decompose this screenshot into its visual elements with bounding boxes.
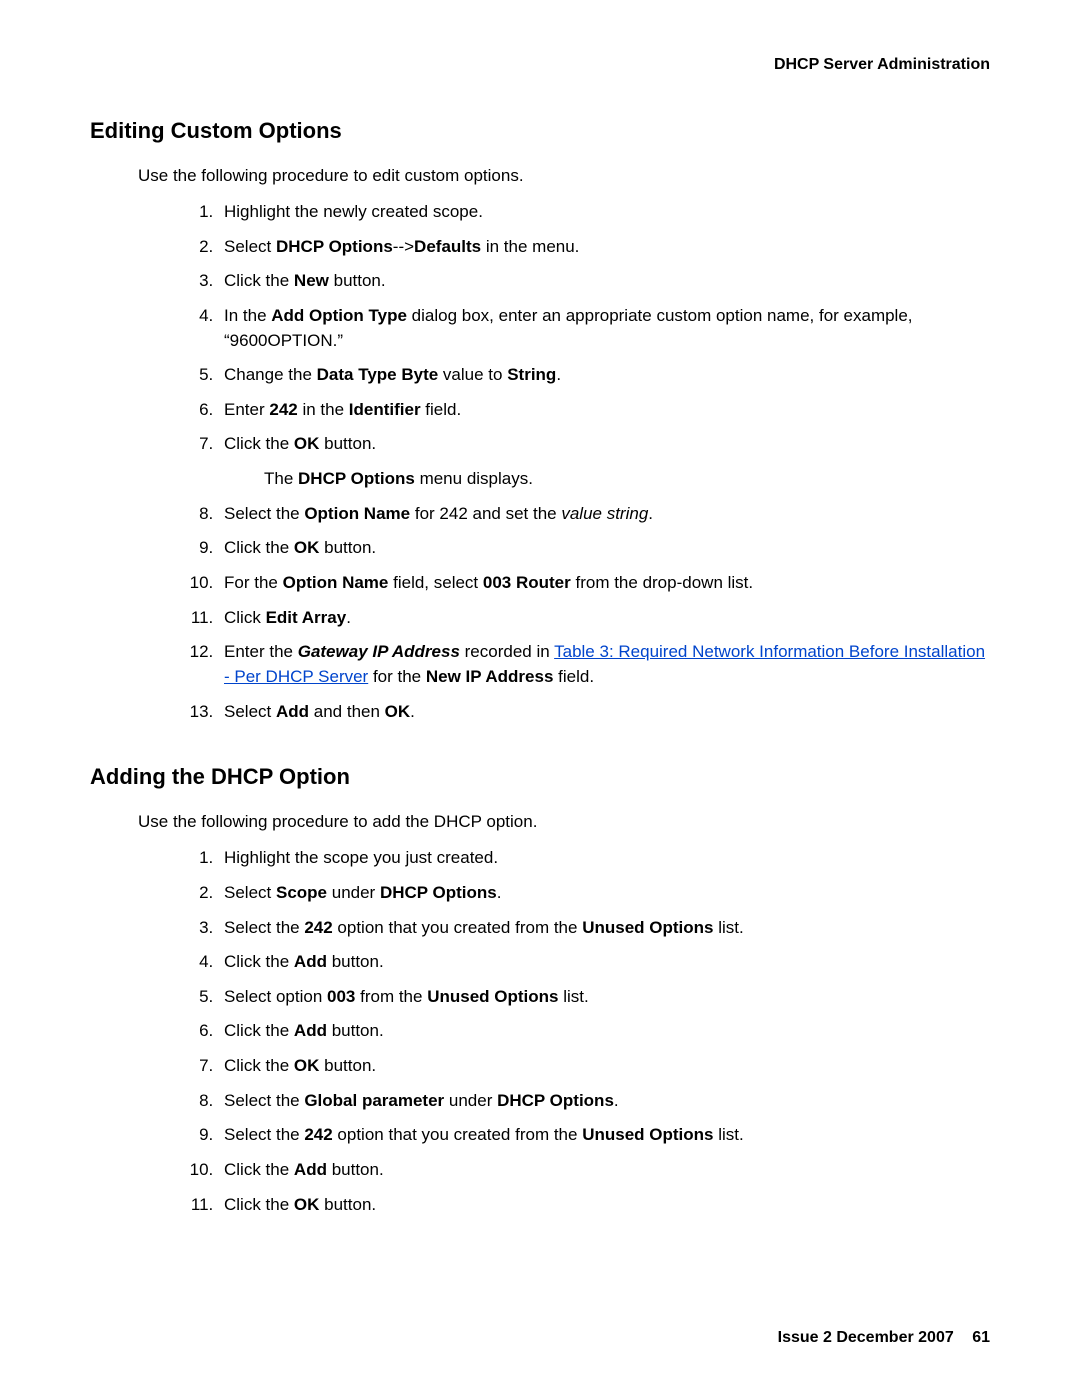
step2-9: Select the 242 option that you created f… [218,1123,990,1148]
step2-3: Select the 242 option that you created f… [218,916,990,941]
footer-page-number: 61 [972,1329,990,1346]
step-6: Enter 242 in the Identifier field. [218,398,990,423]
step-13: Select Add and then OK. [218,700,990,725]
section2-intro: Use the following procedure to add the D… [138,812,990,832]
step-12: Enter the Gateway IP Address recorded in… [218,640,990,689]
section1-steps: Highlight the newly created scope. Selec… [90,200,990,724]
step2-6: Click the Add button. [218,1019,990,1044]
step-4: In the Add Option Type dialog box, enter… [218,304,990,353]
step2-10: Click the Add button. [218,1158,990,1183]
step-8: Select the Option Name for 242 and set t… [218,502,990,527]
section-heading-editing: Editing Custom Options [90,118,990,144]
step2-1: Highlight the scope you just created. [218,846,990,871]
step-11: Click Edit Array. [218,606,990,631]
step-10: For the Option Name field, select 003 Ro… [218,571,990,596]
step2-7: Click the OK button. [218,1054,990,1079]
step-1: Highlight the newly created scope. [218,200,990,225]
step2-5: Select option 003 from the Unused Option… [218,985,990,1010]
step-5: Change the Data Type Byte value to Strin… [218,363,990,388]
step2-4: Click the Add button. [218,950,990,975]
step-2: Select DHCP Options-->Defaults in the me… [218,235,990,260]
step2-8: Select the Global parameter under DHCP O… [218,1089,990,1114]
step2-11: Click the OK button. [218,1193,990,1218]
page-header: DHCP Server Administration [90,56,990,74]
section2-steps: Highlight the scope you just created. Se… [90,846,990,1217]
step-3: Click the New button. [218,269,990,294]
document-page: DHCP Server Administration Editing Custo… [0,0,1080,1397]
footer-issue: Issue 2 December 2007 [778,1329,954,1346]
section1-intro: Use the following procedure to edit cust… [138,166,990,186]
page-footer: Issue 2 December 2007 61 [778,1329,990,1347]
section-heading-adding: Adding the DHCP Option [90,764,990,790]
step-7: Click the OK button. The DHCP Options me… [218,432,990,491]
step-9: Click the OK button. [218,536,990,561]
step2-2: Select Scope under DHCP Options. [218,881,990,906]
step-7-sub: The DHCP Options menu displays. [264,467,990,492]
